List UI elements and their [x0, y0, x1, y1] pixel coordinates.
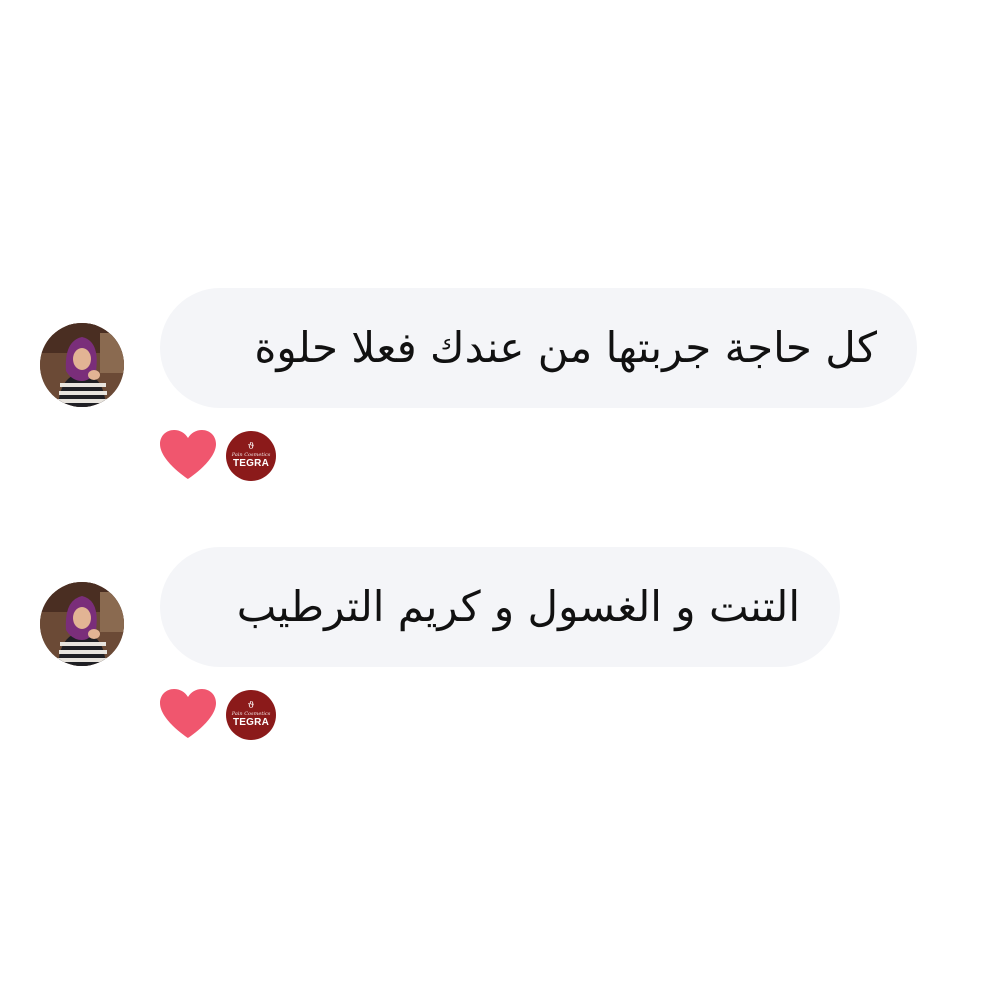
brand-subtitle: Pain Cosmetics [231, 711, 271, 717]
avatar-photo [40, 323, 124, 407]
brand-avatar[interactable]: ϑ Pain Cosmetics TEGRA [226, 431, 276, 481]
brand-avatar[interactable]: ϑ Pain Cosmetics TEGRA [226, 690, 276, 740]
comment-bubble[interactable]: التنت و الغسول و كريم الترطيب [160, 547, 840, 667]
avatar[interactable] [40, 323, 124, 407]
avatar[interactable] [40, 582, 124, 666]
heart-icon[interactable] [158, 429, 218, 481]
brand-name: TEGRA [233, 458, 269, 469]
avatar-photo [40, 582, 124, 666]
heart-icon[interactable] [158, 688, 218, 740]
comment-text: كل حاجة جربتها من عندك فعلا حلوة [254, 323, 877, 372]
brand-logo-mark: ϑ [247, 701, 255, 711]
comment-bubble[interactable]: كل حاجة جربتها من عندك فعلا حلوة [160, 288, 917, 408]
brand-name: TEGRA [233, 717, 269, 728]
brand-logo-mark: ϑ [247, 442, 255, 452]
comment-text: التنت و الغسول و كريم الترطيب [236, 582, 800, 631]
brand-subtitle: Pain Cosmetics [231, 452, 271, 458]
